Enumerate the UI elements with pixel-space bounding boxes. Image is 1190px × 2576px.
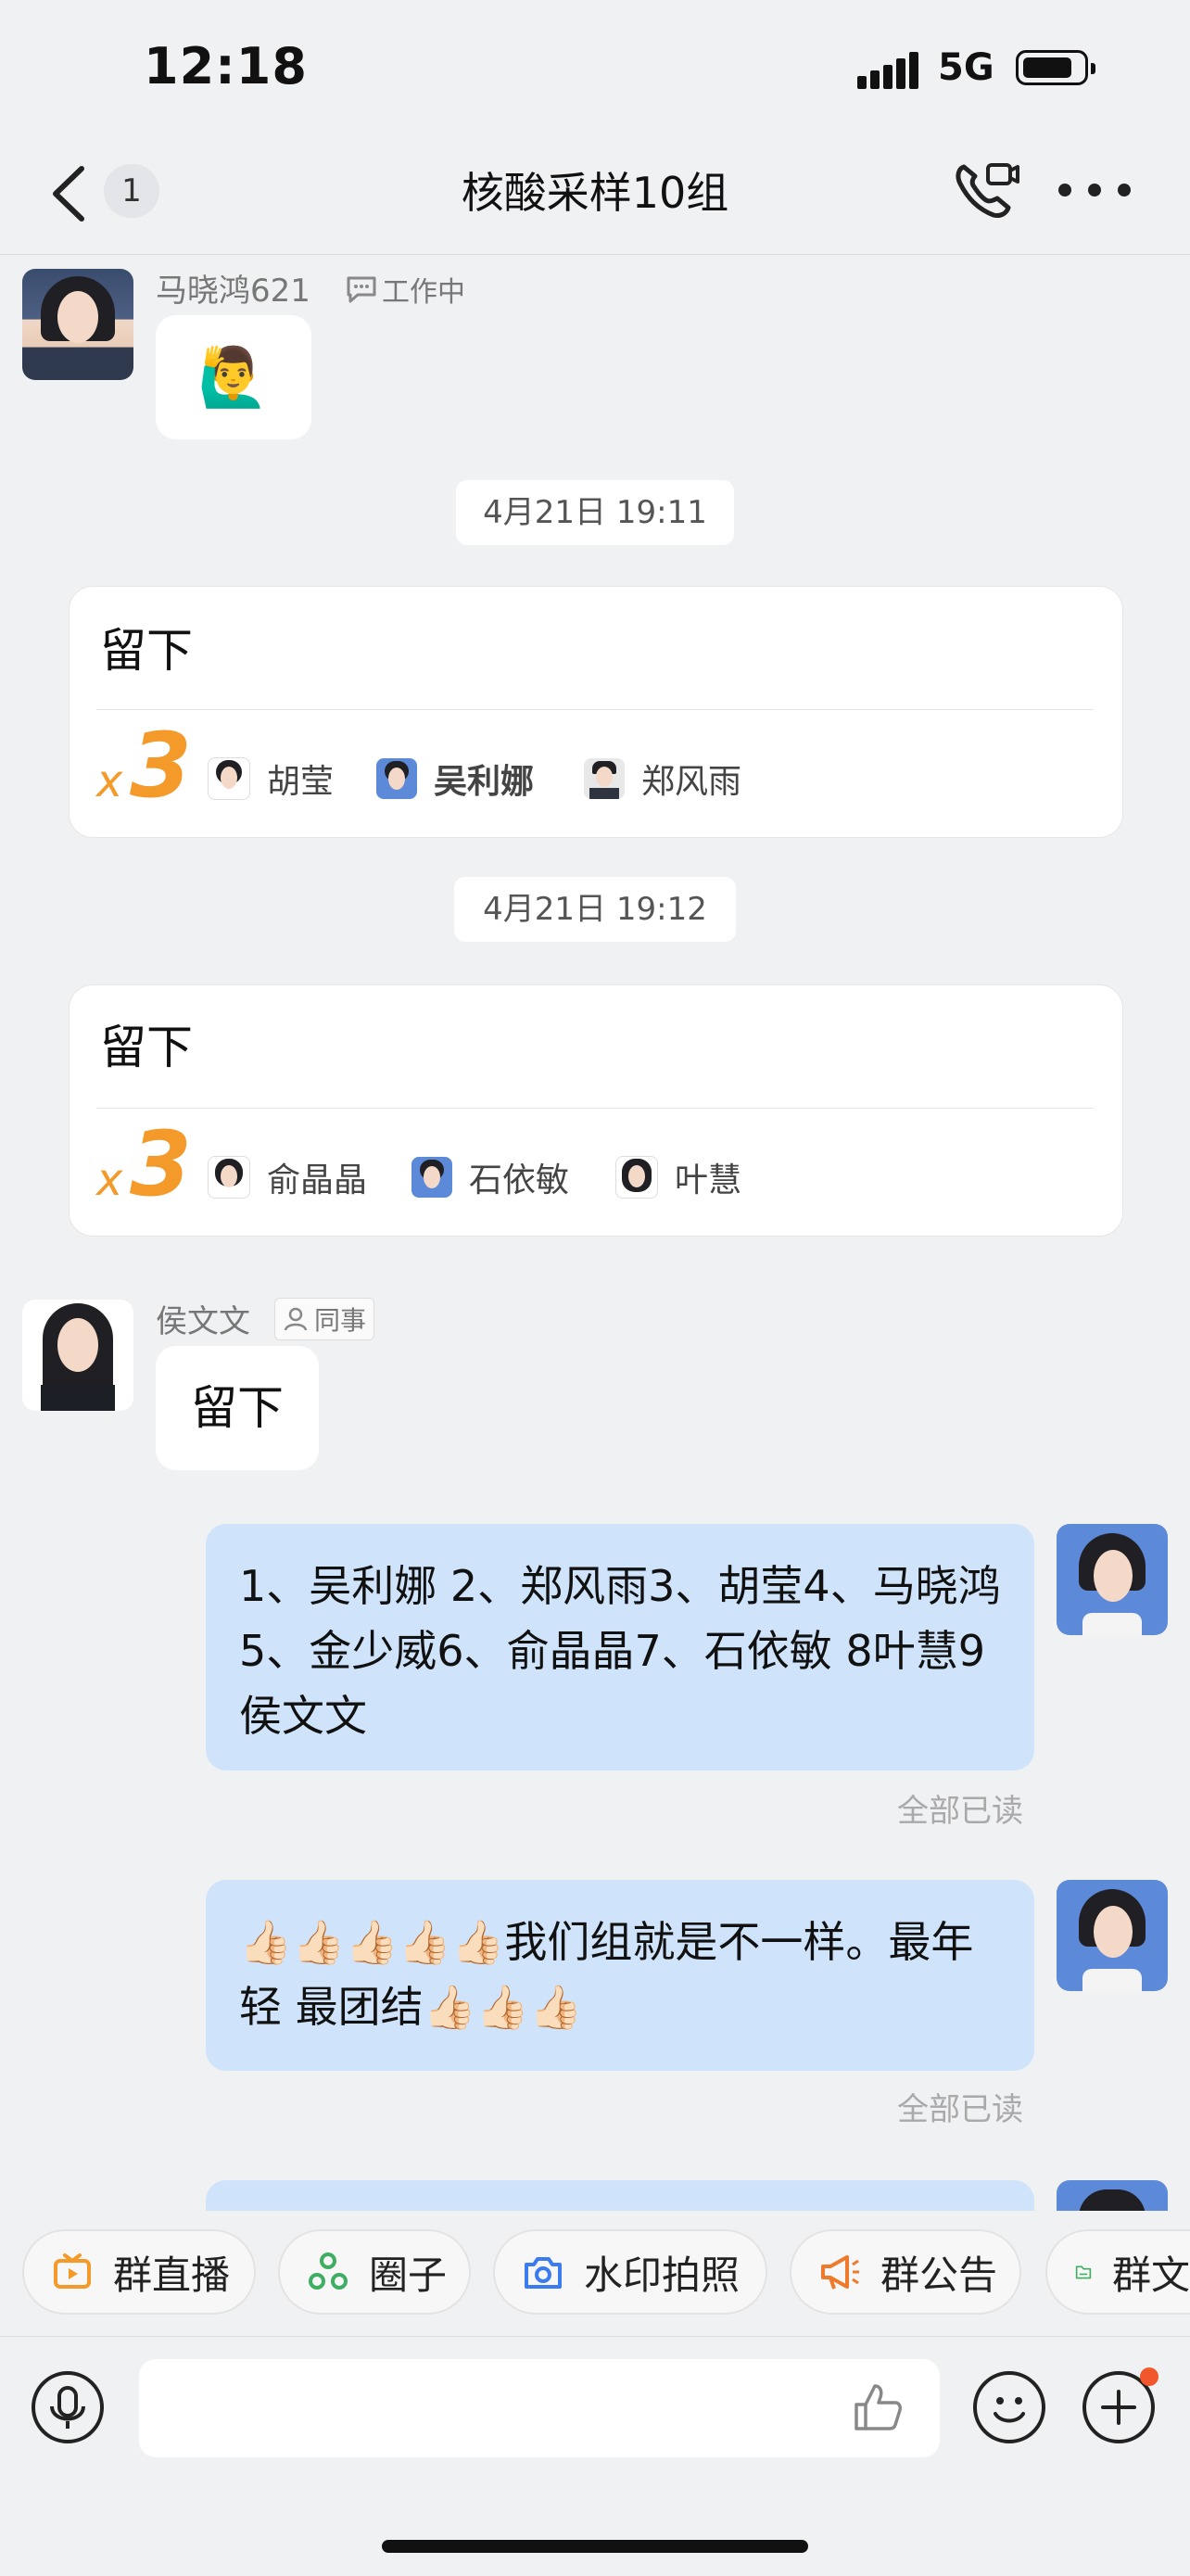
participant-avatar — [411, 1157, 452, 1198]
tv-icon — [54, 2253, 91, 2289]
timestamp: 4月21日 19:12 — [454, 877, 736, 942]
avatar[interactable] — [22, 1300, 133, 1411]
status-time: 12:18 — [144, 37, 308, 95]
camera-icon — [525, 2257, 562, 2289]
chip-label: 群公告 — [880, 2252, 998, 2298]
home-indicator — [382, 2540, 808, 2553]
divider — [96, 1108, 1094, 1109]
person-icon — [284, 1307, 308, 1331]
emoji-icon[interactable] — [973, 2371, 1045, 2443]
participant-avatar — [208, 757, 250, 800]
timestamp: 4月21日 19:11 — [456, 480, 734, 545]
network-label: 5G — [938, 46, 994, 89]
notification-dot — [1140, 2367, 1158, 2386]
my-message[interactable]: 👍🏻👍🏻👍🏻👍🏻👍🏻我们组就是不一样。最年轻 最团结👍🏻👍🏻👍🏻 — [206, 1880, 1034, 2071]
megaphone-icon — [821, 2255, 859, 2290]
sender-name: 马晓鸿621 — [156, 273, 310, 310]
chip-label: 群直播 — [113, 2252, 231, 2298]
participant-name: 俞晶晶 — [267, 1161, 368, 1199]
read-status[interactable]: 全部已读 — [897, 2084, 1023, 2129]
chip-announcement[interactable]: 群公告 — [790, 2229, 1021, 2315]
my-message[interactable]: 1、吴利娜 2、郑风雨3、胡莹4、马晓鸿5、金少威6、俞晶晶7、石依敏 8叶慧9… — [206, 1524, 1034, 1770]
emoji-message[interactable]: 🙋‍♂️ — [156, 315, 311, 439]
count-x: x — [96, 755, 123, 807]
participant[interactable]: 石依敏 — [411, 1153, 569, 1201]
divider — [96, 709, 1094, 710]
chip-group-files[interactable]: 群文 — [1045, 2229, 1190, 2315]
chip-label: 圈子 — [369, 2252, 448, 2298]
participant-name: 郑风雨 — [641, 763, 742, 801]
participant-name: 胡莹 — [267, 763, 335, 801]
chip-live[interactable]: 群直播 — [22, 2229, 256, 2315]
chip-label: 水印拍照 — [584, 2252, 741, 2298]
colleague-tag: 同事 — [274, 1298, 375, 1340]
count-x: x — [96, 1154, 123, 1206]
relay-card-text: 留下 — [100, 1021, 193, 1074]
folder-icon — [1075, 2265, 1092, 2279]
microphone-icon[interactable] — [32, 2371, 104, 2443]
my-avatar[interactable] — [1057, 1880, 1168, 1991]
participant-name: 叶慧 — [675, 1161, 742, 1199]
avatar[interactable] — [22, 269, 133, 380]
more-icon[interactable] — [1058, 184, 1133, 198]
participant[interactable]: 郑风雨 — [584, 755, 741, 803]
my-avatar[interactable] — [1057, 2180, 1168, 2211]
participant-avatar — [376, 758, 417, 799]
relay-card-text: 留下 — [100, 624, 193, 678]
participant-avatar — [208, 1156, 250, 1199]
status-tag-label: 工作中 — [382, 276, 465, 309]
participant[interactable]: 俞晶晶 — [208, 1153, 367, 1201]
participant[interactable]: 胡莹 — [208, 755, 334, 803]
participant-avatar — [584, 758, 625, 799]
count-number: 3 — [130, 1112, 192, 1216]
count-number: 3 — [130, 714, 192, 818]
message-input[interactable] — [139, 2359, 940, 2457]
participant-name: 石依敏 — [469, 1161, 570, 1199]
participant[interactable]: 吴利娜 — [376, 755, 534, 803]
colleague-tag-label: 同事 — [314, 1305, 367, 1336]
chat-bubble-icon — [347, 276, 376, 303]
read-status[interactable]: 全部已读 — [897, 1785, 1023, 1831]
my-avatar[interactable] — [1057, 1524, 1168, 1635]
text-message[interactable]: 留下 — [156, 1346, 319, 1470]
participant-name: 吴利娜 — [434, 763, 535, 801]
circle-group-icon — [309, 2252, 348, 2290]
chip-label: 群文 — [1111, 2252, 1190, 2298]
sender-name: 侯文文 — [156, 1303, 250, 1340]
participant[interactable]: 叶慧 — [615, 1153, 741, 1201]
participant-avatar — [615, 1156, 658, 1199]
battery-icon — [1016, 50, 1095, 85]
chip-circle[interactable]: 圈子 — [278, 2229, 471, 2315]
my-message[interactable] — [206, 2180, 1034, 2211]
chip-watermark-camera[interactable]: 水印拍照 — [493, 2229, 767, 2315]
thumbs-up-icon[interactable] — [851, 2380, 905, 2434]
status-tag: 工作中 — [345, 269, 465, 310]
video-call-icon[interactable] — [953, 159, 1019, 221]
signal-icon — [857, 52, 920, 89]
